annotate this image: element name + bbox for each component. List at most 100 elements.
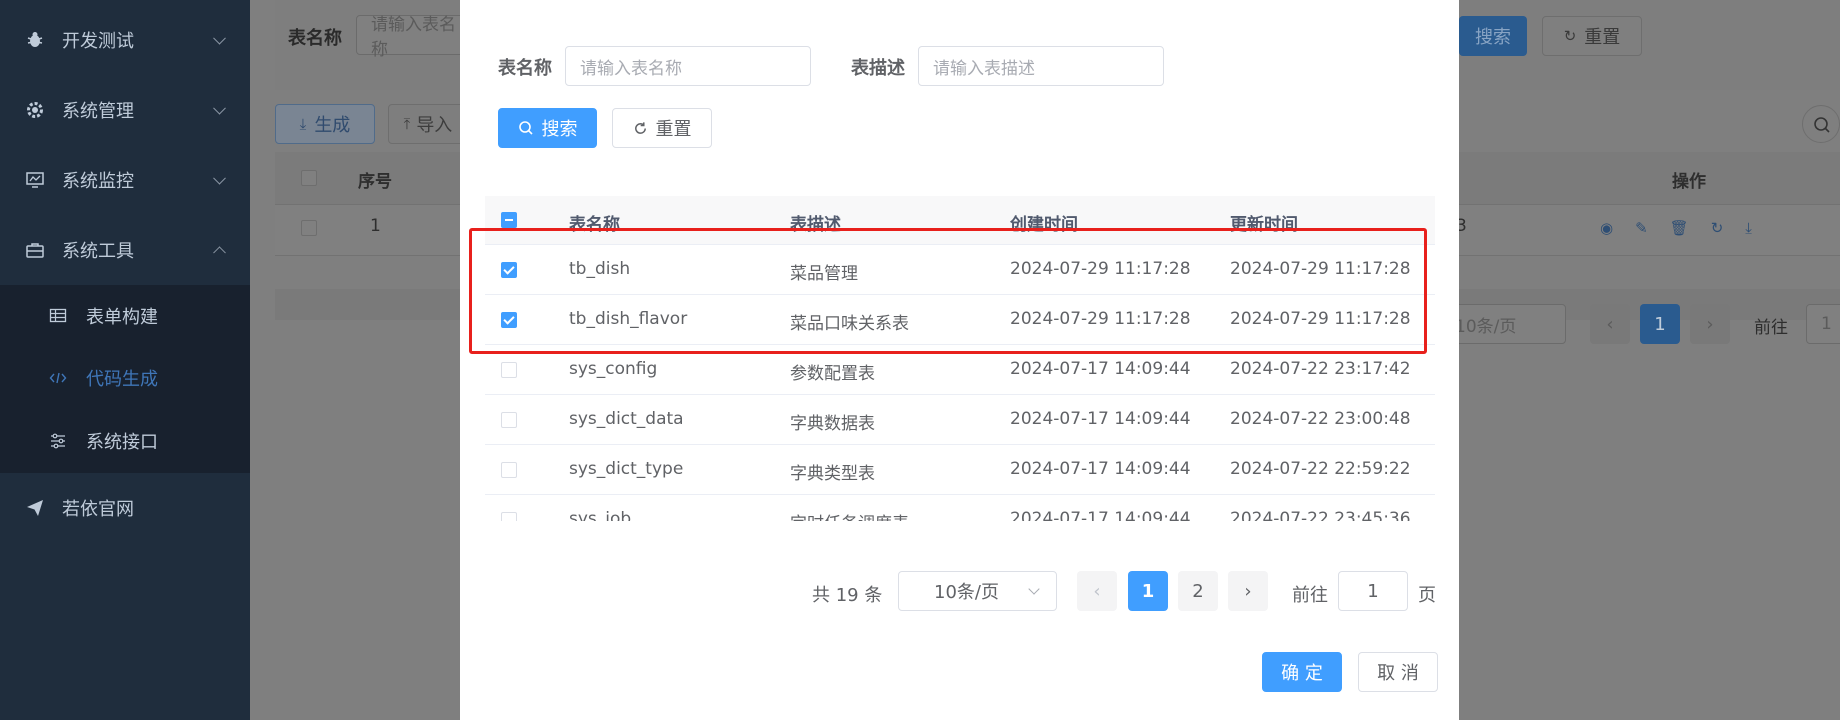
bg-row-actions: ◉ ✎ 🗑 ↻ ⤓ <box>1600 219 1780 237</box>
sidebar-item-label: 代码生成 <box>86 369 158 390</box>
cell-created: 2024-07-17 14:09:44 <box>1010 409 1191 429</box>
cell-created: 2024-07-17 14:09:44 <box>1010 359 1191 379</box>
sidebar-item-system-api[interactable]: 系统接口 <box>0 410 250 472</box>
edit-icon: ✎ <box>1635 219 1648 237</box>
refresh-icon: ↻ <box>1563 27 1577 45</box>
bg-reset-button: ↻ 重置 <box>1542 16 1642 56</box>
bg-import-button: ⤒ 导入 <box>388 104 468 144</box>
sidebar-item-official-site[interactable]: 若依官网 <box>0 473 250 543</box>
download-icon: ⤓ <box>1745 219 1752 237</box>
row-checkbox[interactable] <box>501 462 517 478</box>
bg-checkbox <box>301 170 317 186</box>
sidebar-item-system-monitor[interactable]: 系统监控 <box>0 145 250 215</box>
row-checkbox[interactable] <box>501 362 517 378</box>
page-suffix: 页 <box>1418 585 1436 606</box>
bg-col-index: 序号 <box>358 172 392 192</box>
cell-updated: 2024-07-22 23:17:42 <box>1230 359 1411 379</box>
toolbox-icon <box>24 239 46 261</box>
delete-icon: 🗑 <box>1669 219 1689 237</box>
cancel-button[interactable]: 取 消 <box>1358 652 1438 692</box>
submenu: 表单构建 代码生成 系统接口 <box>0 285 250 473</box>
sidebar-item-label: 系统监控 <box>62 171 134 192</box>
send-icon <box>24 497 46 519</box>
bg-page-current: 1 <box>1640 304 1680 344</box>
cell-created: 2024-07-17 14:09:44 <box>1010 509 1191 521</box>
page-1-button[interactable]: 1 <box>1128 571 1168 611</box>
sidebar-item-label: 开发测试 <box>62 31 134 52</box>
cell-desc: 字典类型表 <box>790 464 875 484</box>
cell-desc: 字典数据表 <box>790 414 875 434</box>
cell-name: sys_job <box>569 509 632 521</box>
page-2-button[interactable]: 2 <box>1178 571 1218 611</box>
confirm-button[interactable]: 确 定 <box>1262 652 1342 692</box>
sidebar-item-dev-test[interactable]: 开发测试 <box>0 5 250 75</box>
chevron-up-icon <box>213 246 226 260</box>
chevron-down-icon <box>213 171 226 185</box>
cell-created: 2024-07-17 14:09:44 <box>1010 459 1191 479</box>
goto-page-input[interactable]: 1 <box>1338 571 1408 611</box>
selection-highlight-box <box>469 228 1427 354</box>
search-icon <box>518 121 533 135</box>
bg-goto-input: 1 <box>1806 304 1840 344</box>
download-icon: ⤓ <box>299 115 307 133</box>
sidebar-item-system-manage[interactable]: 系统管理 <box>0 75 250 145</box>
cell-desc: 参数配置表 <box>790 364 875 384</box>
reset-button[interactable]: 重置 <box>612 108 712 148</box>
sync-icon: ↻ <box>1710 219 1724 237</box>
cell-updated: 2024-07-22 23:45:36 <box>1230 509 1411 521</box>
prev-page-button[interactable]: ‹ <box>1077 571 1117 611</box>
bg-search-circle-button <box>1802 105 1840 143</box>
cell-desc: 定时任务调度表 <box>790 509 909 521</box>
bg-search-button: 搜索 <box>1459 16 1527 56</box>
chevron-down-icon <box>1028 583 1040 595</box>
sidebar-item-label: 系统管理 <box>62 101 134 122</box>
chevron-right-icon: › <box>1244 580 1252 602</box>
sidebar-item-label: 若依官网 <box>62 499 134 520</box>
chevron-left-icon: ‹ <box>1093 580 1101 602</box>
table-name-input[interactable]: 请输入表名称 <box>565 46 811 86</box>
bg-goto: 前往 <box>1754 318 1788 338</box>
cell-name: sys_dict_data <box>569 409 684 429</box>
bg-search-label: 表名称 <box>288 28 342 49</box>
bg-generate-button: ⤓ 生成 <box>275 104 375 144</box>
bg-search-input: 请输入表名称 <box>356 15 466 60</box>
search-icon <box>1814 117 1830 133</box>
sidebar-item-system-tools[interactable]: 系统工具 <box>0 215 250 285</box>
table-row[interactable]: sys_dict_type 字典类型表 2024-07-17 14:09:44 … <box>485 445 1435 495</box>
code-icon <box>48 368 68 388</box>
table-row[interactable]: sys_dict_data 字典数据表 2024-07-17 14:09:44 … <box>485 395 1435 445</box>
monitor-icon <box>24 169 46 191</box>
bg-col-ops: 操作 <box>1672 172 1706 192</box>
cell-name: sys_config <box>569 359 658 379</box>
chevron-down-icon <box>213 101 226 115</box>
table-desc-label: 表描述 <box>851 58 905 79</box>
sidebar: 开发测试 系统管理 系统监控 系统工具 表单构建 代码生成 系统接口 若依官网 <box>0 0 250 720</box>
select-all-checkbox[interactable] <box>501 212 517 228</box>
row-checkbox[interactable] <box>501 412 517 428</box>
bg-next: › <box>1690 304 1730 344</box>
refresh-icon <box>634 121 646 134</box>
sidebar-item-label: 表单构建 <box>86 307 158 328</box>
search-button[interactable]: 搜索 <box>498 108 597 148</box>
table-row[interactable]: sys_job 定时任务调度表 2024-07-17 14:09:44 2024… <box>485 495 1435 521</box>
bug-icon <box>24 29 46 51</box>
sidebar-item-form-builder[interactable]: 表单构建 <box>0 285 250 347</box>
goto-label: 前往 <box>1292 585 1328 606</box>
page-size-select[interactable]: 10条/页 <box>898 571 1057 611</box>
pagination-total: 共 19 条 <box>812 585 883 606</box>
sidebar-item-code-gen[interactable]: 代码生成 <box>0 347 250 409</box>
gear-icon <box>24 99 46 121</box>
upload-icon: ⤒ <box>403 115 411 133</box>
bg-prev: ‹ <box>1590 304 1630 344</box>
sliders-icon <box>48 431 68 451</box>
sidebar-item-label: 系统工具 <box>62 241 134 262</box>
cell-updated: 2024-07-22 22:59:22 <box>1230 459 1411 479</box>
bg-checkbox <box>301 220 317 236</box>
sidebar-item-label: 系统接口 <box>86 432 158 453</box>
row-checkbox[interactable] <box>501 512 517 521</box>
bg-row-index: 1 <box>370 216 381 236</box>
table-desc-input[interactable]: 请输入表描述 <box>918 46 1164 86</box>
table-icon <box>48 306 68 326</box>
next-page-button[interactable]: › <box>1228 571 1268 611</box>
cell-updated: 2024-07-22 23:00:48 <box>1230 409 1411 429</box>
